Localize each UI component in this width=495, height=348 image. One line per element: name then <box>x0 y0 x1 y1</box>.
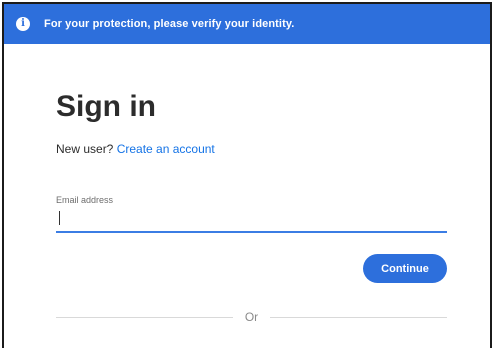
divider-line-right <box>270 316 447 318</box>
banner-message: For your protection, please verify your … <box>44 18 295 30</box>
email-label: Email address <box>56 195 114 205</box>
or-divider-label: Or <box>244 310 259 324</box>
divider-line-left <box>56 316 233 318</box>
email-field[interactable] <box>56 208 447 233</box>
info-icon: i <box>16 17 30 31</box>
new-user-row: New user? Create an account <box>56 142 215 156</box>
page-title: Sign in <box>56 90 156 123</box>
text-caret <box>59 211 60 225</box>
or-divider: Or <box>56 310 447 324</box>
verification-banner: i For your protection, please verify you… <box>4 4 490 44</box>
continue-button[interactable]: Continue <box>363 254 447 283</box>
signin-window: i For your protection, please verify you… <box>2 2 492 348</box>
create-account-link[interactable]: Create an account <box>117 142 215 156</box>
new-user-prompt: New user? <box>56 142 114 156</box>
